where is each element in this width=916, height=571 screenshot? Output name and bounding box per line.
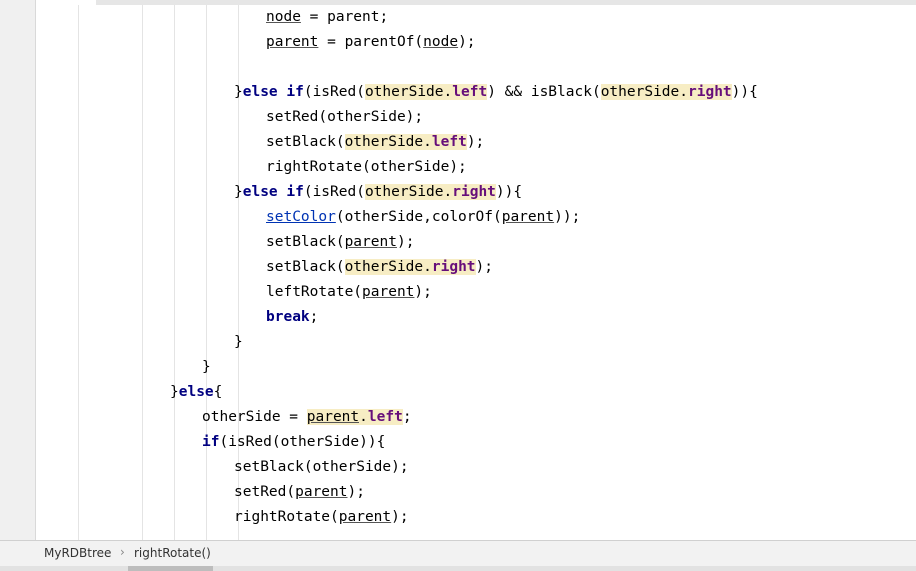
code-line[interactable]: } — [234, 330, 243, 355]
code-line[interactable]: } — [202, 355, 211, 380]
indent-guide — [174, 5, 175, 540]
code-token: } — [234, 334, 243, 350]
code-token: left — [452, 84, 488, 100]
code-token: (otherSide,colorOf( — [335, 209, 502, 225]
code-token: { — [213, 384, 223, 400]
code-line[interactable]: }else if(isRed(otherSide.right)){ — [234, 180, 522, 205]
code-token: . — [359, 409, 368, 425]
code-token: rightRotate(otherSide); — [266, 159, 467, 175]
code-token: right — [431, 259, 476, 275]
code-line[interactable]: }else if(isRed(otherSide.left) && isBlac… — [234, 80, 758, 105]
code-token: left — [367, 409, 403, 425]
code-token: otherSide. — [344, 134, 432, 150]
code-token: } — [234, 184, 243, 200]
code-token: parent — [338, 509, 392, 525]
code-token: )){ — [731, 84, 758, 100]
code-token: ); — [396, 234, 415, 250]
code-token: setBlack( — [266, 134, 345, 150]
code-line[interactable]: setBlack(otherSide.left); — [266, 130, 484, 155]
breadcrumb-class[interactable]: MyRDBtree — [44, 546, 111, 560]
code-token: } — [202, 359, 211, 375]
code-token: otherSide. — [364, 184, 453, 200]
code-line[interactable]: parent = parentOf(node); — [266, 30, 476, 55]
code-token: ); — [391, 509, 409, 525]
code-token: otherSide = — [202, 409, 307, 425]
code-line[interactable]: otherSide = parent.left; — [202, 405, 412, 430]
code-token: (isRed(otherSide)){ — [219, 434, 386, 450]
code-line[interactable]: setBlack(otherSide.right); — [266, 255, 493, 280]
code-token: ); — [466, 134, 485, 150]
code-token: ); — [458, 34, 476, 50]
code-token: setBlack( — [266, 234, 345, 250]
code-token: setBlack( — [266, 259, 345, 275]
code-token: setRed( — [234, 484, 296, 500]
indent-guide — [142, 5, 143, 540]
code-token: node — [423, 34, 459, 50]
indent-guide — [78, 5, 79, 540]
indent-guide — [206, 5, 207, 540]
code-token: else — [178, 384, 214, 400]
code-token: else if — [242, 84, 304, 100]
line-number-gutter[interactable] — [0, 0, 36, 540]
code-token: ); — [414, 284, 432, 300]
code-line[interactable]: rightRotate(parent); — [234, 505, 409, 530]
code-token: (isRed( — [303, 84, 365, 100]
code-token: )); — [554, 209, 581, 225]
code-token: parent — [266, 34, 319, 50]
scrollbar-thumb[interactable] — [128, 566, 213, 571]
code-token: node — [266, 9, 301, 25]
code-line[interactable]: rightRotate(otherSide); — [266, 155, 467, 180]
breadcrumb-bar: MyRDBtree › rightRotate() — [0, 540, 916, 566]
code-token: else if — [242, 184, 304, 200]
code-token: otherSide. — [364, 84, 453, 100]
code-token: parent — [295, 484, 348, 500]
code-token: otherSide. — [600, 84, 688, 100]
code-token: setBlack(otherSide); — [234, 459, 409, 475]
code-line[interactable]: break; — [266, 305, 318, 330]
code-token: ); — [347, 484, 365, 500]
code-token: parent — [362, 284, 415, 300]
code-token: ) && isBlack( — [487, 84, 601, 100]
code-line[interactable]: leftRotate(parent); — [266, 280, 432, 305]
code-token: left — [431, 134, 467, 150]
code-token: setRed(otherSide); — [266, 109, 424, 125]
code-token: right — [452, 184, 496, 200]
code-token: (isRed( — [303, 184, 365, 200]
code-token: } — [234, 84, 243, 100]
code-token: leftRotate( — [266, 284, 363, 300]
code-token: )){ — [495, 184, 523, 200]
code-line[interactable]: }else{ — [170, 380, 222, 405]
code-token: ; — [309, 309, 319, 325]
code-line[interactable]: setBlack(parent); — [266, 230, 414, 255]
code-line[interactable]: setColor(otherSide,colorOf(parent)); — [266, 205, 580, 230]
code-token: ; — [402, 409, 412, 425]
code-token: parent — [344, 234, 397, 250]
code-line[interactable]: if(isRed(otherSide)){ — [202, 430, 385, 455]
code-token: = parentOf( — [318, 34, 424, 50]
code-line[interactable]: setRed(otherSide); — [266, 105, 423, 130]
code-line[interactable]: setRed(parent); — [234, 480, 365, 505]
code-line[interactable]: node = parent; — [266, 5, 388, 30]
code-token: } — [170, 384, 179, 400]
code-token: parent — [501, 209, 555, 225]
code-token: right — [688, 84, 732, 100]
code-token: parent — [306, 409, 360, 425]
code-token: otherSide. — [344, 259, 432, 275]
breadcrumb-separator: › — [120, 545, 125, 559]
breadcrumb-method[interactable]: rightRotate() — [134, 546, 211, 560]
code-editor[interactable]: node = parent; parent = parentOf(node);}e… — [36, 5, 916, 540]
code-token: = parent; — [300, 9, 389, 25]
code-token: ); — [475, 259, 494, 275]
code-line[interactable]: setBlack(otherSide); — [234, 455, 409, 480]
code-token: if — [202, 434, 220, 450]
code-token: break — [266, 309, 310, 325]
code-token: rightRotate( — [234, 509, 339, 525]
code-token: setColor — [266, 209, 336, 225]
